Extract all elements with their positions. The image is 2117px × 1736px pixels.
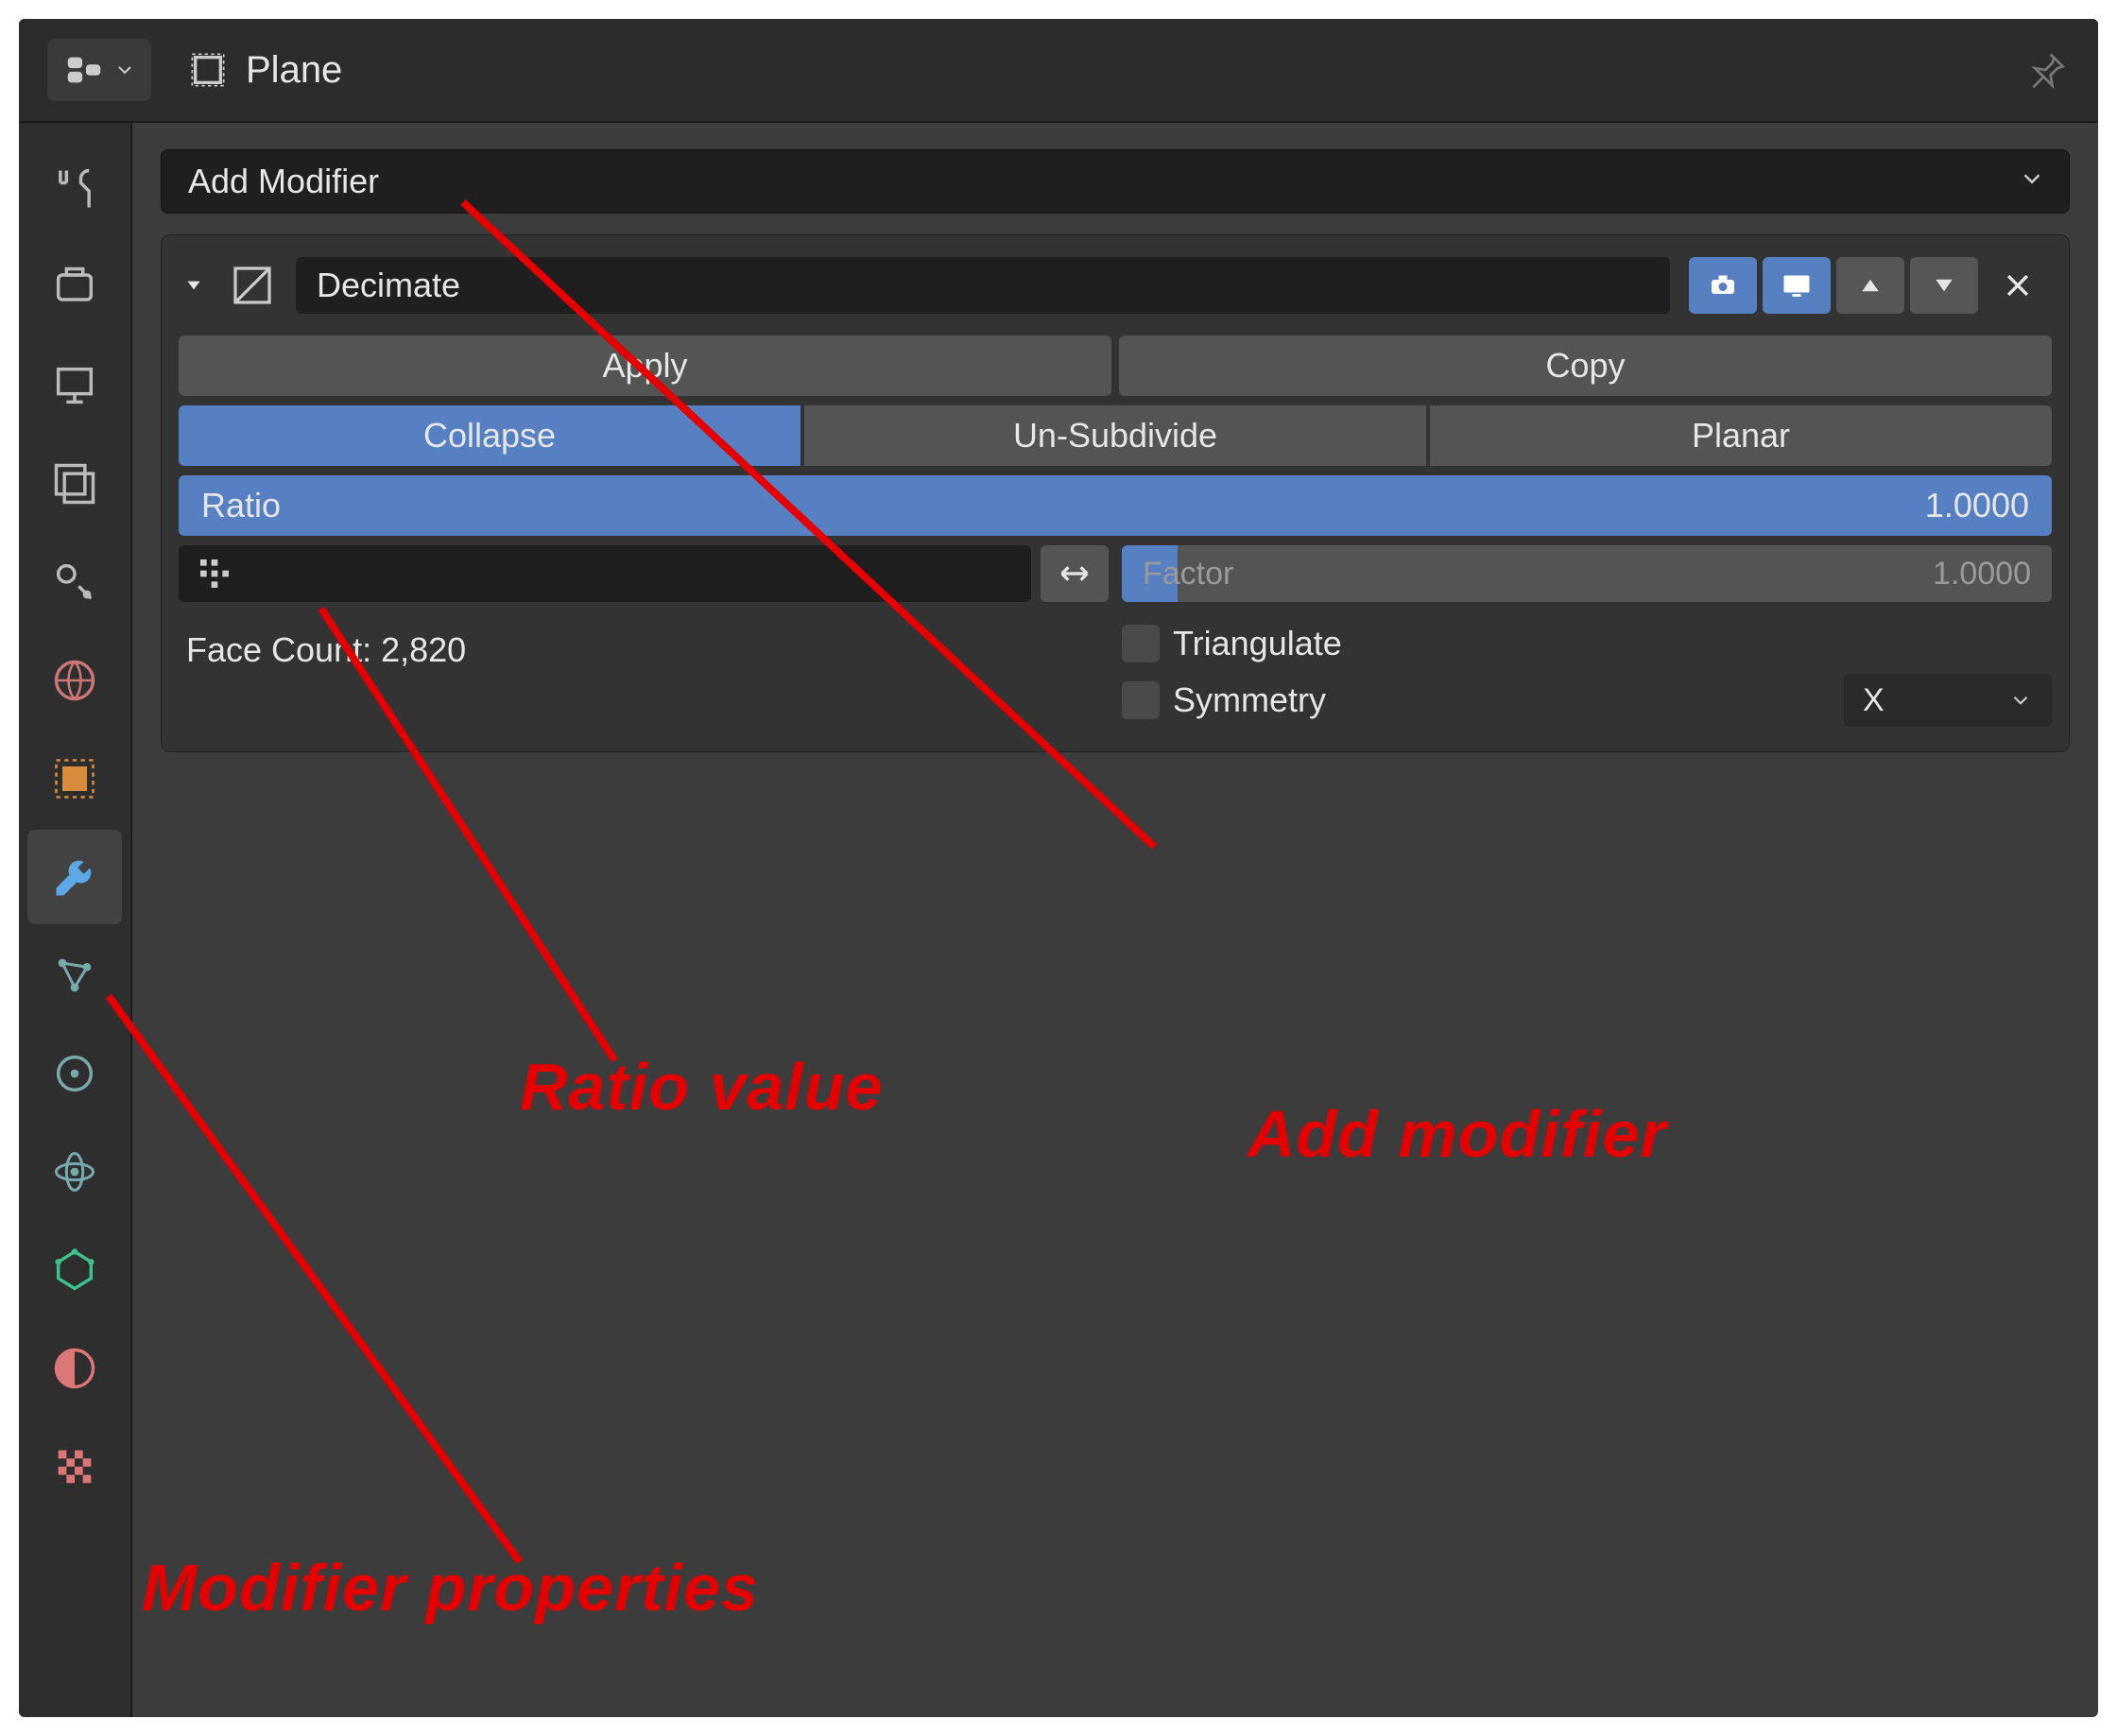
tab-tool[interactable] [27,142,122,236]
tab-texture[interactable] [27,1419,122,1514]
ratio-label: Ratio [201,486,281,525]
mode-planar-label: Planar [1692,416,1790,455]
factor-slider[interactable]: Factor 1.0000 [1122,545,2052,602]
collapse-toggle[interactable] [179,270,209,301]
chevron-down-icon [2008,688,2033,713]
tab-object[interactable] [27,731,122,826]
add-modifier-label: Add Modifier [188,162,379,201]
show-viewport-toggle[interactable] [1763,257,1831,314]
tab-particles[interactable] [27,928,122,1023]
apply-label: Apply [602,346,687,386]
vertex-group-field[interactable] [179,545,1031,602]
mode-planar[interactable]: Planar [1430,405,2052,466]
move-up-button[interactable] [1836,257,1904,314]
add-modifier-dropdown[interactable]: Add Modifier [161,149,2070,214]
properties-editor-icon [62,48,106,92]
tab-viewlayer[interactable] [27,437,122,531]
object-icon [189,51,227,89]
triangulate-checkbox[interactable]: Triangulate [1122,615,2052,672]
header-bar: Plane [19,19,2098,123]
tab-scene[interactable] [27,535,122,629]
tab-material[interactable] [27,1321,122,1416]
factor-label: Factor [1143,556,1233,593]
vertex-group-icon [194,553,235,594]
symmetry-axis-value: X [1863,682,1885,719]
apply-button[interactable]: Apply [179,335,1111,396]
mode-unsubdivide[interactable]: Un-Subdivide [804,405,1426,466]
breadcrumb-object: Plane [246,49,342,92]
triangle-up-icon [1856,271,1885,300]
triangle-down-icon [1930,271,1958,300]
move-down-button[interactable] [1910,257,1978,314]
invert-vgroup-button[interactable] [1041,545,1109,602]
properties-tabs [19,123,132,1717]
decimate-mode-segment: Collapse Un-Subdivide Planar [179,405,2052,466]
close-icon [2002,269,2034,301]
tab-mesh[interactable] [27,1223,122,1317]
wrench-icon [50,852,99,902]
monitor-icon [1780,268,1814,302]
decimate-icon [228,261,277,310]
copy-label: Copy [1545,346,1625,386]
ratio-slider[interactable]: Ratio 1.0000 [179,475,2052,536]
modifier-header: Decimate [179,252,2052,318]
annotation-ratio-value: Ratio value [520,1049,883,1125]
pin-button[interactable] [2024,47,2070,93]
triangulate-label: Triangulate [1173,624,1342,663]
tab-modifiers[interactable] [27,830,122,924]
ratio-value: 1.0000 [1925,486,2029,525]
checkbox-icon [1122,681,1160,719]
remove-modifier-button[interactable] [1984,257,2052,314]
modifier-item: Decimate Apply Copy Collapse Un-Sub [161,234,2070,752]
modifier-name-field[interactable]: Decimate [296,257,1670,314]
mode-unsubdivide-label: Un-Subdivide [1013,416,1217,455]
camera-icon [1706,268,1740,302]
factor-value: 1.0000 [1933,556,2031,593]
modifier-name-text: Decimate [317,266,460,305]
symmetry-axis-dropdown[interactable]: X [1844,674,2052,727]
tab-render[interactable] [27,240,122,335]
tab-output[interactable] [27,338,122,433]
tab-world[interactable] [27,633,122,728]
tab-constraints[interactable] [27,1125,122,1219]
modifiers-panel: Add Modifier Decimate [132,123,2098,1717]
symmetry-label: Symmetry [1173,680,1326,720]
breadcrumb[interactable]: Plane [189,49,342,92]
chevron-down-icon [2018,162,2046,201]
bidirectional-arrow-icon [1056,555,1093,593]
chevron-down-icon [113,59,136,81]
annotation-add-modifier: Add modifier [1248,1096,1667,1172]
annotation-modifier-properties: Modifier properties [142,1550,759,1625]
checkbox-icon [1122,625,1160,662]
editor-type-switcher[interactable] [47,39,151,101]
face-count-label: Face Count: 2,820 [179,630,466,670]
copy-button[interactable]: Copy [1119,335,2052,396]
mode-collapse-label: Collapse [423,416,556,455]
show-render-toggle[interactable] [1689,257,1757,314]
tab-physics[interactable] [27,1026,122,1121]
